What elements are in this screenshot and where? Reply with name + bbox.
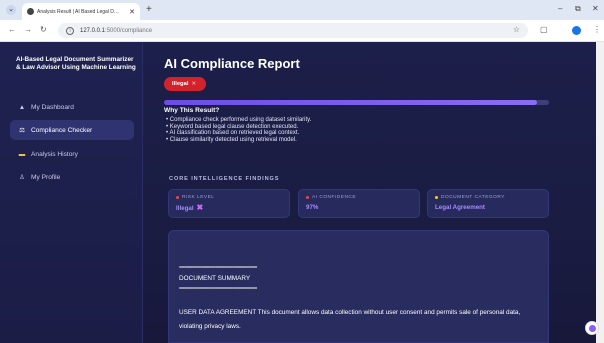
tab-title: Analysis Result | AI Based Legal D… xyxy=(37,8,119,15)
document-category-value: Legal Agreement xyxy=(435,204,485,211)
url-host: 127.0.0.1 xyxy=(80,27,106,34)
confidence-bar xyxy=(164,100,549,105)
risk-level-card: RISK LEVEL Illegal ✖ xyxy=(168,189,290,218)
document-text: violating privacy laws. xyxy=(179,323,241,330)
extensions-icon[interactable]: ▢ xyxy=(540,25,548,35)
sidebar-item-compliance-checker[interactable]: ⚖ Compliance Checker xyxy=(10,120,134,140)
bookmark-star-icon[interactable]: ☆ xyxy=(513,25,520,34)
browser-tab-bar: ⌄ Analysis Result | AI Based Legal D… ✕ … xyxy=(0,0,604,20)
sidebar: AI-Based Legal Document Summarizer & Law… xyxy=(0,42,143,343)
back-icon[interactable]: ← xyxy=(8,25,16,35)
page-scrollbar[interactable] xyxy=(596,42,604,343)
brain-icon xyxy=(306,196,309,199)
sidebar-item-label: My Profile xyxy=(31,173,61,181)
reload-icon[interactable]: ↻ xyxy=(40,25,47,35)
why-heading: Why This Result? xyxy=(164,107,220,114)
findings-heading: CORE INTELLIGENCE FINDINGS xyxy=(169,176,280,182)
document-summary-heading: DOCUMENT SUMMARY xyxy=(179,275,251,282)
url-path: :5000/compliance xyxy=(105,27,153,34)
folder-icon xyxy=(435,196,438,199)
favicon-icon xyxy=(27,8,34,15)
list-item: Keyword based legal clause detection exe… xyxy=(166,124,311,131)
reason-list: Compliance check performed using dataset… xyxy=(166,117,311,143)
chat-icon xyxy=(588,324,596,332)
list-item: Clause similarity detected using retriev… xyxy=(166,137,311,144)
status-badge-label: Illegal xyxy=(172,81,189,87)
site-info-icon[interactable]: i xyxy=(66,26,74,35)
confidence-bar-fill xyxy=(164,100,538,105)
address-bar-row: ← → ↻ i 127.0.0.1:5000/compliance ☆ ▢ ⋮ xyxy=(0,20,604,42)
brand-title: AI-Based Legal Document Summarizer & Law… xyxy=(16,56,136,71)
card-label: RISK LEVEL xyxy=(182,195,215,200)
ai-confidence-card: AI CONFIDENCE 97% xyxy=(298,189,420,218)
browser-menu-icon[interactable]: ⋮ xyxy=(593,25,601,35)
risk-dot-icon xyxy=(176,196,179,199)
cross-icon: ✖ xyxy=(196,203,204,212)
browser-tab[interactable]: Analysis Result | AI Based Legal D… ✕ xyxy=(22,3,140,20)
profile-avatar[interactable] xyxy=(572,26,581,35)
minimize-icon[interactable]: – xyxy=(558,4,562,14)
sidebar-item-label: My Dashboard xyxy=(31,103,74,111)
document-summary-panel: ================================ DOCUMEN… xyxy=(168,230,549,343)
separator-line: ================================ xyxy=(179,265,257,271)
document-text: USER DATA AGREEMENT This document allows… xyxy=(179,309,521,316)
user-icon: ♙ xyxy=(19,174,25,181)
card-label: DOCUMENT CATEGORY xyxy=(441,195,505,200)
close-window-icon[interactable]: ✕ xyxy=(592,4,599,14)
card-value-row: Illegal ✖ xyxy=(176,204,282,212)
app-root: AI-Based Legal Document Summarizer & Law… xyxy=(0,42,604,343)
forward-icon[interactable]: → xyxy=(24,25,32,35)
sidebar-item-my-profile[interactable]: ♙ My Profile xyxy=(10,167,134,187)
card-label-row: RISK LEVEL xyxy=(176,195,282,200)
card-label-row: AI CONFIDENCE xyxy=(306,195,412,200)
list-item: Compliance check performed using dataset… xyxy=(166,117,312,124)
page-title: AI Compliance Report xyxy=(164,56,300,71)
url-text: 127.0.0.1:5000/compliance xyxy=(80,28,152,34)
sidebar-item-analysis-history[interactable]: ▬ Analysis History xyxy=(10,144,134,164)
close-icon: ✕ xyxy=(191,81,197,87)
home-icon: ▲ xyxy=(18,103,26,111)
main-content: AI Compliance Report Illegal ✕ Why This … xyxy=(143,42,566,343)
list-item: AI classification based on retrieved leg… xyxy=(166,130,311,137)
card-value-row: 97% xyxy=(306,204,412,211)
document-category-card: DOCUMENT CATEGORY Legal Agreement xyxy=(427,189,549,218)
card-value-row: Legal Agreement xyxy=(435,204,541,211)
scale-icon: ⚖ xyxy=(19,127,25,134)
sidebar-item-dashboard[interactable]: ▲ My Dashboard xyxy=(10,97,134,117)
sidebar-item-label: Analysis History xyxy=(31,150,78,158)
chat-assistant-button[interactable] xyxy=(585,321,599,335)
close-tab-icon[interactable]: ✕ xyxy=(129,8,135,16)
status-badge: Illegal ✕ xyxy=(164,77,206,91)
restore-icon[interactable]: ⧉ xyxy=(575,4,581,14)
risk-level-value: Illegal xyxy=(176,204,194,212)
card-label-row: DOCUMENT CATEGORY xyxy=(435,195,541,200)
tab-search-icon[interactable]: ⌄ xyxy=(6,5,16,15)
new-tab-button[interactable]: + xyxy=(146,4,152,16)
url-input[interactable]: i 127.0.0.1:5000/compliance ☆ xyxy=(58,23,528,38)
card-label: AI CONFIDENCE xyxy=(312,195,357,200)
ai-confidence-value: 97% xyxy=(306,204,319,211)
folder-icon: ▬ xyxy=(18,150,26,158)
sidebar-item-label: Compliance Checker xyxy=(31,126,93,134)
separator-line: ================================ xyxy=(179,286,257,292)
